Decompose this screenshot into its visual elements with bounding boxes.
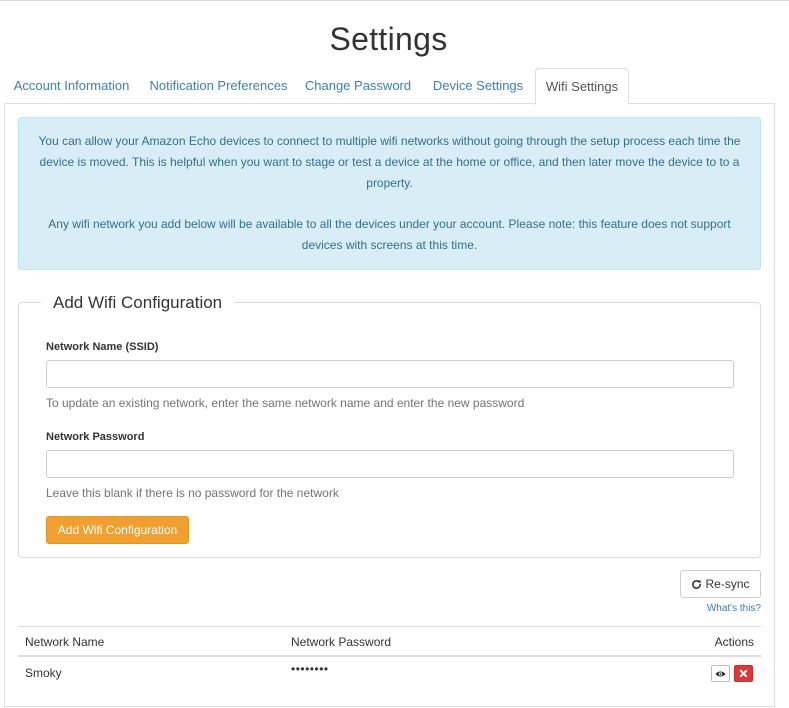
eye-icon: [715, 665, 726, 683]
header-network-password: Network Password: [291, 635, 392, 649]
refresh-icon: [691, 573, 702, 599]
info-paragraph-2: Any wifi network you add below will be a…: [48, 217, 731, 252]
password-label: Network Password: [46, 431, 145, 443]
network-password-cell: ••••••••: [291, 662, 329, 676]
tab-change-password[interactable]: Change Password: [302, 68, 414, 104]
whats-this-link[interactable]: What's this?: [695, 603, 761, 614]
wifi-settings-panel: You can allow your Amazon Echo devices t…: [4, 104, 775, 707]
table-row: Smoky ••••••••: [18, 657, 761, 689]
table-header: Network Name Network Password Actions: [18, 627, 761, 657]
delete-icon: [739, 665, 748, 683]
wifi-networks-table: Network Name Network Password Actions Sm…: [18, 626, 761, 689]
delete-network-button[interactable]: [734, 665, 753, 682]
resync-button[interactable]: Re-sync: [680, 570, 761, 598]
password-input[interactable]: [46, 450, 734, 478]
settings-page: Settings Account Information Notificatio…: [0, 0, 789, 708]
resync-label: Re-sync: [705, 577, 750, 591]
tab-wifi-settings[interactable]: Wifi Settings: [535, 68, 629, 105]
add-wifi-fieldset: Add Wifi Configuration Network Name (SSI…: [18, 291, 761, 558]
ssid-help-text: To update an existing network, enter the…: [46, 396, 525, 410]
page-title: Settings: [329, 21, 448, 57]
info-alert: You can allow your Amazon Echo devices t…: [18, 117, 761, 270]
network-name-cell: Smoky: [25, 666, 62, 680]
ssid-label: Network Name (SSID): [46, 341, 159, 353]
info-paragraph-1: You can allow your Amazon Echo devices t…: [38, 134, 741, 190]
header-actions: Actions: [714, 635, 754, 649]
tab-notification-preferences[interactable]: Notification Preferences: [141, 68, 296, 104]
show-password-button[interactable]: [711, 665, 730, 682]
ssid-input[interactable]: [46, 360, 734, 388]
add-wifi-configuration-button[interactable]: Add Wifi Configuration: [46, 516, 189, 544]
tab-device-settings[interactable]: Device Settings: [427, 68, 529, 104]
settings-tabs: Account Information Notification Prefere…: [4, 68, 775, 105]
password-help-text: Leave this blank if there is no password…: [46, 486, 339, 500]
fieldset-legend: Add Wifi Configuration: [41, 291, 235, 315]
header-network-name: Network Name: [25, 635, 105, 649]
tab-account-information[interactable]: Account Information: [5, 68, 138, 104]
